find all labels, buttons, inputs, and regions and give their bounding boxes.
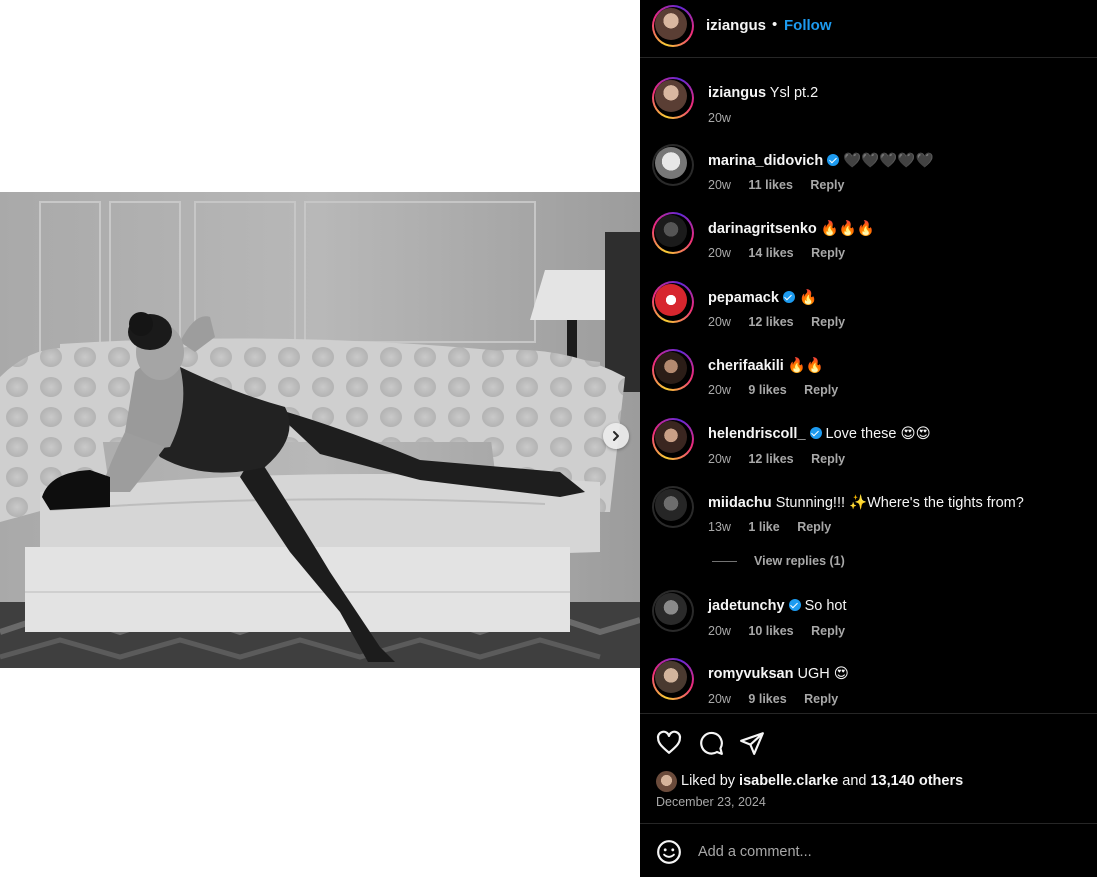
verified-badge-icon — [782, 291, 795, 303]
comment-avatar[interactable] — [652, 658, 694, 700]
heart-icon[interactable] — [656, 730, 682, 756]
reply-button[interactable]: Reply — [811, 315, 845, 329]
comment-age: 20w — [708, 452, 731, 466]
carousel-next-button[interactable] — [603, 423, 629, 449]
comment-avatar[interactable] — [652, 212, 694, 254]
follow-button[interactable]: Follow — [784, 17, 832, 34]
reply-button[interactable]: Reply — [811, 624, 845, 638]
send-icon[interactable] — [739, 730, 765, 756]
comment-icon[interactable] — [698, 730, 724, 756]
post-actions: Liked by isabelle.clarke and 13,140 othe… — [640, 713, 1097, 824]
comment-likes[interactable]: 12 likes — [748, 315, 793, 329]
comment-avatar[interactable] — [652, 349, 694, 391]
comment-likes[interactable]: 12 likes — [748, 452, 793, 466]
comment-likes[interactable]: 11 likes — [748, 178, 793, 192]
comment-text: UGH 😍 — [797, 666, 849, 682]
liker-avatar[interactable] — [656, 771, 677, 792]
comment-item: jadetunchy So hot 20w 10 likes Reply — [640, 590, 1097, 650]
comment-likes[interactable]: 1 like — [748, 520, 779, 534]
post-side-panel: iziangus • Follow iziangus Ysl pt.2 20w … — [640, 0, 1097, 877]
comment-age: 20w — [708, 178, 731, 192]
comment-username[interactable]: darinagritsenko — [708, 221, 817, 237]
comment-item: darinagritsenko 🔥🔥🔥 20w 14 likes Reply — [640, 212, 1097, 272]
comment-text: 🔥🔥 — [787, 358, 824, 374]
reply-button[interactable]: Reply — [811, 246, 845, 260]
comment-username[interactable]: miidachu — [708, 495, 772, 511]
post-photo[interactable] — [0, 192, 640, 668]
comment-username[interactable]: marina_didovich — [708, 153, 823, 169]
caption-username[interactable]: iziangus — [708, 85, 766, 101]
comment-item: miidachu Stunning!!! ✨Where's the tights… — [640, 486, 1097, 546]
add-comment-bar — [640, 823, 1097, 878]
comment-likes[interactable]: 9 likes — [748, 692, 786, 706]
reply-button[interactable]: Reply — [810, 178, 844, 192]
likes-conj: and — [842, 773, 867, 789]
likes-others-link[interactable]: 13,140 others — [870, 773, 963, 789]
replies-divider — [712, 561, 737, 562]
comment-text: 🔥 — [798, 290, 818, 306]
comment-age: 20w — [708, 692, 731, 706]
photo-illustration — [0, 192, 640, 668]
media-area — [0, 0, 640, 877]
comment-item: pepamack 🔥 20w 12 likes Reply — [640, 281, 1097, 341]
comment-input[interactable] — [698, 842, 1078, 862]
comment-avatar[interactable] — [652, 144, 694, 186]
caption-avatar[interactable] — [652, 77, 694, 119]
header-separator: • — [772, 16, 778, 33]
comment-username[interactable]: helendriscoll_ — [708, 426, 806, 442]
comment-text: Stunning!!! ✨Where's the tights from? — [775, 495, 1024, 511]
comment-age: 20w — [708, 383, 731, 397]
comment-age: 20w — [708, 315, 731, 329]
comment-likes[interactable]: 14 likes — [748, 246, 793, 260]
comment-avatar[interactable] — [652, 281, 694, 323]
comment-username[interactable]: jadetunchy — [708, 598, 785, 614]
post-date: December 23, 2024 — [656, 795, 766, 809]
verified-badge-icon — [788, 599, 801, 611]
comment-username[interactable]: romyvuksan — [708, 666, 793, 682]
likes-prefix: Liked by — [681, 773, 736, 789]
post-header: iziangus • Follow — [640, 0, 1097, 58]
comment-text: 🔥🔥🔥 — [820, 221, 875, 237]
comment-text: 🖤🖤🖤🖤🖤 — [843, 153, 934, 169]
comment-likes[interactable]: 9 likes — [748, 383, 786, 397]
verified-badge-icon — [827, 154, 840, 166]
liker-username[interactable]: isabelle.clarke — [739, 773, 838, 789]
comment-item: romyvuksan UGH 😍 20w 9 likes Reply — [640, 658, 1097, 718]
reply-button[interactable]: Reply — [797, 520, 831, 534]
reply-button[interactable]: Reply — [804, 692, 838, 706]
comment-age: 20w — [708, 624, 731, 638]
comment-avatar[interactable] — [652, 590, 694, 632]
caption: iziangus Ysl pt.2 20w — [640, 77, 1097, 137]
comment-likes[interactable]: 10 likes — [748, 624, 793, 638]
comment-item: cherifaakili 🔥🔥 20w 9 likes Reply — [640, 349, 1097, 409]
comment-text: Love these 😍😍 — [825, 426, 931, 442]
comment-avatar[interactable] — [652, 418, 694, 460]
comment-username[interactable]: cherifaakili — [708, 358, 784, 374]
comment-text: So hot — [804, 598, 847, 614]
comment-username[interactable]: pepamack — [708, 290, 779, 306]
author-avatar[interactable] — [652, 5, 694, 47]
author-username[interactable]: iziangus — [706, 17, 766, 34]
emoji-icon[interactable] — [656, 839, 682, 865]
chevron-right-icon — [613, 431, 619, 441]
caption-age: 20w — [708, 111, 731, 125]
comment-age: 20w — [708, 246, 731, 260]
reply-button[interactable]: Reply — [804, 383, 838, 397]
comment-item: helendriscoll_ Love these 😍😍 20w 12 like… — [640, 418, 1097, 478]
caption-text: Ysl pt.2 — [769, 85, 819, 101]
comment-avatar[interactable] — [652, 486, 694, 528]
verified-badge-icon — [809, 427, 822, 439]
view-replies-label[interactable]: View replies (1) — [754, 554, 845, 568]
comment-item: marina_didovich 🖤🖤🖤🖤🖤 20w 11 likes Reply — [640, 144, 1097, 204]
reply-button[interactable]: Reply — [811, 452, 845, 466]
comment-age: 13w — [708, 520, 731, 534]
